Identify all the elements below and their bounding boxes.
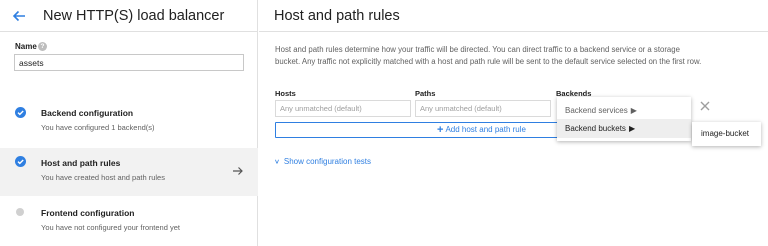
help-icon[interactable]: ?: [38, 42, 47, 51]
name-input[interactable]: [14, 54, 244, 71]
paths-column-label: Paths: [415, 89, 436, 98]
menu-item-backend-buckets[interactable]: Backend buckets ▶: [557, 119, 691, 138]
step-frontend-configuration[interactable]: Frontend configuration You have not conf…: [0, 200, 258, 246]
plus-icon: +: [437, 124, 444, 136]
show-configuration-tests-link[interactable]: ∨ Show configuration tests: [274, 157, 371, 166]
step-backend-configuration[interactable]: Backend configuration You have configure…: [0, 98, 258, 146]
name-label: Name: [15, 42, 37, 51]
left-header: New HTTP(S) load balancer: [0, 0, 258, 32]
close-icon[interactable]: [699, 100, 711, 112]
step-title: Backend configuration: [41, 108, 134, 118]
backend-buckets-submenu: image-bucket: [692, 122, 761, 146]
section-title: Host and path rules: [274, 8, 400, 24]
check-icon: [15, 156, 26, 167]
menu-item-backend-services[interactable]: Backend services ▶: [557, 101, 691, 120]
hosts-field[interactable]: Any unmatched (default): [275, 100, 411, 117]
arrow-right-icon[interactable]: [232, 166, 244, 176]
caret-right-icon: ▶: [628, 124, 636, 133]
incomplete-dot-icon: [16, 208, 24, 216]
right-header: Host and path rules: [259, 0, 768, 32]
step-title: Frontend configuration: [41, 208, 135, 218]
caret-right-icon: ▶: [630, 106, 637, 115]
step-subtitle: You have created host and path rules: [41, 173, 165, 182]
step-subtitle: You have not configured your frontend ye…: [41, 223, 180, 232]
submenu-item-image-bucket[interactable]: image-bucket: [692, 126, 761, 142]
add-button-label: Add host and path rule: [445, 125, 526, 134]
menu-item-label: Backend services: [565, 106, 628, 115]
chevron-down-icon: ∨: [274, 157, 280, 166]
step-title: Host and path rules: [41, 158, 121, 168]
hosts-column-label: Hosts: [275, 89, 296, 98]
check-icon: [15, 107, 26, 118]
right-panel: Host and path rules Host and path rules …: [259, 0, 768, 246]
backend-type-menu: Backend services ▶ Backend buckets ▶: [557, 97, 691, 141]
show-tests-label: Show configuration tests: [283, 157, 372, 166]
step-subtitle: You have configured 1 backend(s): [41, 123, 155, 132]
step-host-and-path-rules[interactable]: Host and path rules You have created hos…: [0, 148, 258, 196]
description: Host and path rules determine how your t…: [275, 45, 702, 66]
page-title: New HTTP(S) load balancer: [43, 8, 225, 24]
back-arrow-icon[interactable]: [11, 8, 27, 24]
menu-item-label: Backend buckets: [565, 124, 626, 133]
paths-field[interactable]: Any unmatched (default): [415, 100, 551, 117]
left-panel: New HTTP(S) load balancer Name ? Backend…: [0, 0, 258, 246]
